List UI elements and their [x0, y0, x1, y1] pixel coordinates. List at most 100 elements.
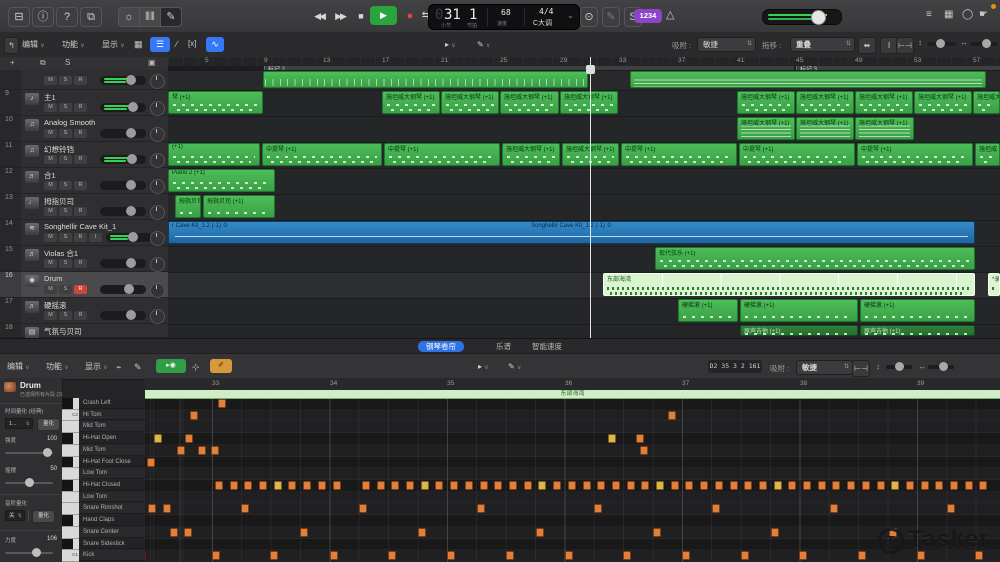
playhead[interactable]	[590, 57, 591, 338]
strength-slider[interactable]	[5, 448, 53, 457]
track-header-row[interactable]: MSR	[0, 70, 168, 90]
region[interactable]: 施坦威大	[973, 91, 1000, 114]
ruler-bar-number[interactable]: 41	[737, 57, 744, 64]
track-header-row[interactable]: 15 ♬ Violas 合1 M S R	[0, 246, 168, 272]
midi-note[interactable]	[612, 481, 620, 490]
edit-menu[interactable]: 编辑 ∨	[22, 37, 45, 52]
track-s-button[interactable]: S	[59, 155, 72, 164]
midi-note[interactable]	[477, 504, 485, 514]
region[interactable]: 中提琴 (+1)	[739, 143, 855, 166]
midi-note[interactable]	[536, 527, 544, 537]
midi-note[interactable]	[799, 551, 807, 561]
track-pan-knob[interactable]	[150, 309, 165, 324]
midi-note[interactable]	[215, 481, 223, 490]
track-r-button[interactable]: R	[74, 181, 87, 190]
master-volume-knob[interactable]	[811, 10, 826, 25]
ruler-bar-number[interactable]: 9	[264, 57, 268, 64]
midi-note[interactable]	[553, 481, 561, 490]
playhead-handle[interactable]	[586, 65, 595, 74]
drum-lane-name[interactable]: Hi-Hat Foot Close	[79, 456, 145, 468]
brush-tool-toggle[interactable]: ✐	[210, 359, 232, 373]
quantize-button[interactable]: 量化	[37, 418, 60, 431]
replace-mode-icon[interactable]: ⊙	[580, 7, 598, 27]
lcd-display[interactable]: 0 31 1 小节 节拍 68 速度 4/4 C大调 ⌄	[428, 4, 580, 30]
midi-note[interactable]	[177, 445, 185, 455]
midi-note[interactable]	[597, 481, 605, 490]
midi-note[interactable]	[640, 445, 648, 455]
midi-note[interactable]	[583, 481, 591, 490]
track-header-row[interactable]: 13 ♩ 拇指贝司 M S R	[0, 194, 168, 220]
midi-note[interactable]	[418, 527, 426, 537]
region[interactable]	[630, 71, 986, 88]
ruler-bar-number[interactable]: 45	[796, 57, 803, 64]
track-pan-knob[interactable]	[150, 205, 165, 220]
drum-lane-name[interactable]: Snare Rimshot	[79, 503, 145, 515]
track-volume-knob[interactable]	[128, 232, 138, 242]
track-volume-slider[interactable]	[100, 310, 146, 320]
region[interactable]: 中提琴 (+1)	[857, 143, 973, 166]
drum-lane-name[interactable]: Hi Tom	[79, 409, 145, 421]
automation-icon[interactable]: ∿	[206, 37, 224, 52]
midi-note[interactable]	[303, 481, 311, 490]
region[interactable]: 原声吉他 (+1)	[860, 325, 975, 336]
track-s-button[interactable]: S	[59, 129, 72, 138]
track-header-row[interactable]: 12 ♬ 合1 M S R	[0, 168, 168, 194]
region[interactable]: 施坦威大钢琴 (+1)	[855, 117, 914, 140]
drum-lane-name[interactable]: Snare Center	[79, 526, 145, 538]
midi-note[interactable]	[715, 481, 723, 490]
track-pan-knob[interactable]	[150, 101, 165, 116]
midi-note[interactable]	[565, 551, 573, 561]
editor-pointer-tool-menu[interactable]: ▸ ∨	[478, 359, 489, 374]
region[interactable]: 施坦威大钢琴 (+1)	[796, 91, 854, 114]
midi-note[interactable]	[147, 457, 155, 467]
region[interactable]: 施坦威大钢琴 (+1)	[441, 91, 499, 114]
editor-functions-menu[interactable]: 功能 ∨	[46, 359, 69, 374]
track-volume-slider[interactable]	[100, 75, 146, 85]
track-pan-knob[interactable]	[150, 153, 165, 168]
midi-note[interactable]	[170, 527, 178, 537]
region[interactable]: 现代弦乐 (+1)	[655, 247, 975, 270]
display-icon[interactable]: ⧉	[80, 7, 102, 27]
region[interactable]: 施坦威大钢琴 (+1)	[914, 91, 972, 114]
midi-note[interactable]	[506, 551, 514, 561]
track-name[interactable]: 幻想铃铛	[44, 144, 74, 155]
track-r-button[interactable]: R	[74, 311, 87, 320]
velocity-tool-icon[interactable]: ✎	[134, 362, 142, 373]
midi-note[interactable]	[921, 481, 929, 490]
midi-note[interactable]	[712, 504, 720, 514]
track-m-button[interactable]: M	[44, 155, 57, 164]
region[interactable]: 硬摇滚 (+1)	[860, 299, 975, 322]
tab-piano-roll[interactable]: 钢琴卷帘	[418, 341, 464, 352]
ruler-bar-number[interactable]: 13	[323, 57, 330, 64]
midi-note[interactable]	[774, 481, 782, 490]
track-r-button[interactable]: R	[74, 259, 87, 268]
midi-note[interactable]	[211, 445, 219, 455]
grid-view-icon[interactable]: ▦	[134, 39, 143, 50]
velocity-slider[interactable]	[5, 548, 53, 557]
black-key[interactable]	[62, 538, 73, 550]
midi-note[interactable]	[465, 481, 473, 490]
track-name[interactable]: Analog Smooth	[44, 118, 95, 127]
track-volume-slider[interactable]	[100, 180, 146, 190]
track-pan-knob[interactable]	[150, 257, 165, 272]
midi-note[interactable]	[259, 481, 267, 490]
midi-note[interactable]	[744, 481, 752, 490]
arrange-lane[interactable]	[168, 194, 1000, 220]
solo-all-icon[interactable]: S	[65, 58, 70, 67]
midi-note[interactable]	[935, 481, 943, 490]
midi-note[interactable]	[198, 445, 206, 455]
midi-note[interactable]	[568, 481, 576, 490]
track-name[interactable]: 气氛与贝司	[44, 326, 82, 337]
midi-note[interactable]	[447, 551, 455, 561]
ruler-bar-number[interactable]: 33	[619, 57, 626, 64]
midi-note[interactable]	[608, 434, 616, 444]
midi-note[interactable]	[803, 481, 811, 490]
track-r-button[interactable]: R	[74, 129, 87, 138]
midi-note[interactable]	[759, 481, 767, 490]
region[interactable]	[263, 71, 588, 88]
low-latency-icon[interactable]: ✎	[602, 7, 620, 27]
midi-note[interactable]	[730, 481, 738, 490]
track-name[interactable]: Songhellir Cave Kit_1	[44, 222, 116, 231]
midi-note[interactable]	[891, 481, 899, 490]
piano-roll-grid[interactable]: 33 34 35 36 37 38 39 东部海湾	[145, 378, 1000, 562]
